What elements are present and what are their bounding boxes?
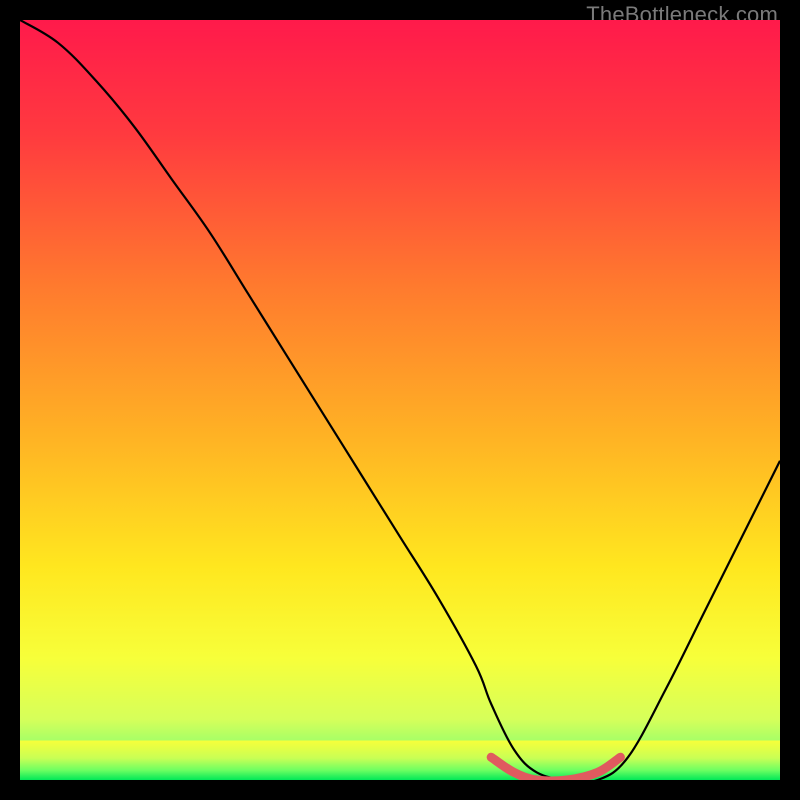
gradient-bottom-band [20, 741, 780, 781]
bottleneck-chart [20, 20, 780, 780]
gradient-background [20, 20, 780, 780]
